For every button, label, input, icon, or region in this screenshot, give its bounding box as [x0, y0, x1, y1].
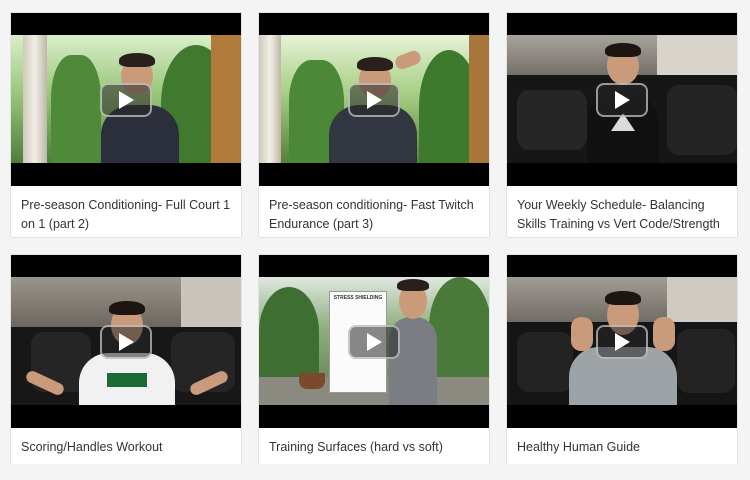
- whiteboard-text: STRESS SHIELDING: [333, 295, 383, 301]
- video-thumbnail[interactable]: [11, 13, 241, 186]
- play-button[interactable]: [100, 82, 152, 117]
- play-icon: [615, 332, 630, 351]
- play-button[interactable]: [100, 324, 152, 359]
- play-icon: [119, 332, 134, 351]
- video-card[interactable]: Pre-season Conditioning- Full Court 1 on…: [10, 12, 242, 238]
- video-title[interactable]: Your Weekly Schedule- Balancing Skills T…: [507, 186, 737, 238]
- video-title[interactable]: Scoring/Handles Workout: [11, 428, 241, 480]
- video-title[interactable]: Training Surfaces (hard vs soft): [259, 428, 489, 480]
- video-thumbnail[interactable]: [259, 13, 489, 186]
- video-card[interactable]: STRESS SHIELDING Training Surfaces (hard…: [258, 254, 490, 464]
- video-thumbnail[interactable]: [507, 13, 737, 186]
- play-button[interactable]: [348, 324, 400, 359]
- video-title[interactable]: Pre-season conditioning- Fast Twitch End…: [259, 186, 489, 238]
- video-card[interactable]: Scoring/Handles Workout: [10, 254, 242, 464]
- play-button[interactable]: [348, 82, 400, 117]
- video-title[interactable]: Healthy Human Guide: [507, 428, 737, 480]
- play-icon: [367, 90, 382, 109]
- play-icon: [615, 90, 630, 109]
- video-title[interactable]: Pre-season Conditioning- Full Court 1 on…: [11, 186, 241, 238]
- video-card[interactable]: Pre-season conditioning- Fast Twitch End…: [258, 12, 490, 238]
- play-icon: [119, 90, 134, 109]
- play-button[interactable]: [596, 82, 648, 117]
- video-card[interactable]: Your Weekly Schedule- Balancing Skills T…: [506, 12, 738, 238]
- video-card[interactable]: Healthy Human Guide: [506, 254, 738, 464]
- play-icon: [367, 332, 382, 351]
- play-button[interactable]: [596, 324, 648, 359]
- video-thumbnail[interactable]: [11, 255, 241, 428]
- video-thumbnail[interactable]: STRESS SHIELDING: [259, 255, 489, 428]
- video-thumbnail[interactable]: [507, 255, 737, 428]
